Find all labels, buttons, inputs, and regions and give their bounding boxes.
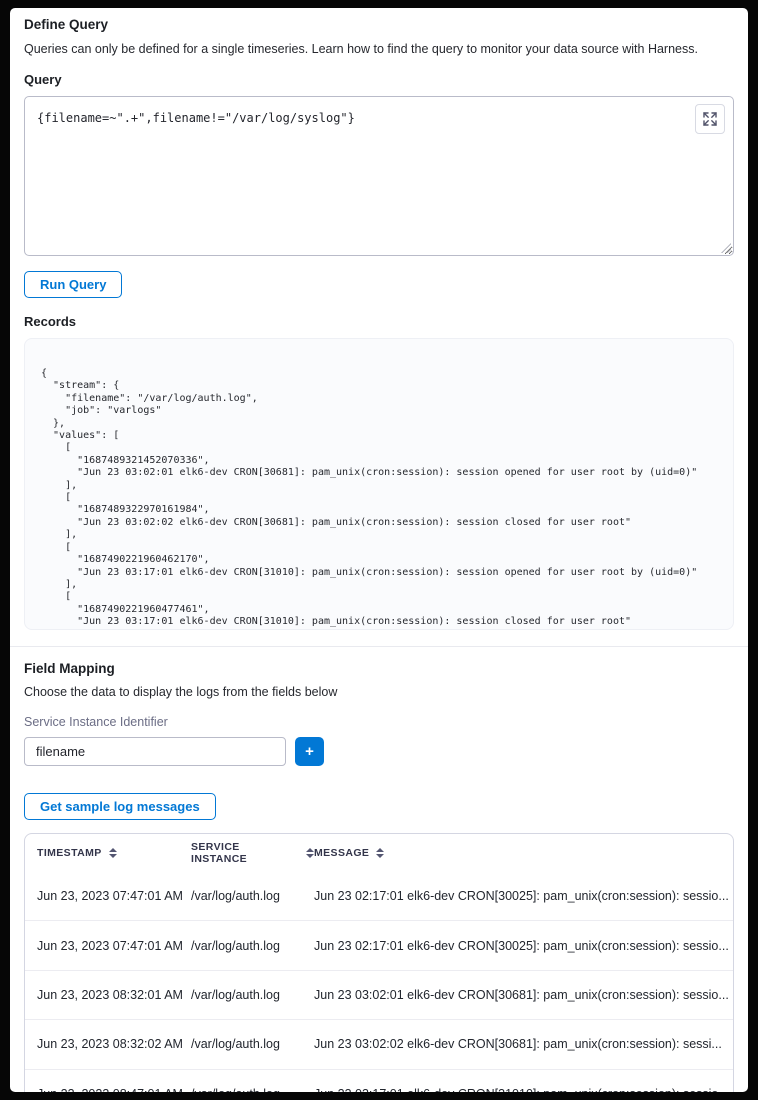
cell-timestamp: Jun 23, 2023 08:47:01 AM (37, 1087, 191, 1092)
log-table-body: Jun 23, 2023 07:47:01 AM /var/log/auth.l… (25, 871, 733, 1092)
sort-icon[interactable] (306, 848, 314, 858)
field-mapping-title: Field Mapping (24, 661, 734, 676)
table-header-row: TIMESTAMP SERVICE INSTANCE MESSAGE (25, 834, 733, 871)
sample-log-table: TIMESTAMP SERVICE INSTANCE MESSAGE Jun 2… (24, 833, 734, 1092)
field-mapping-description: Choose the data to display the logs from… (24, 685, 734, 699)
run-query-button[interactable]: Run Query (24, 271, 122, 298)
column-label: TIMESTAMP (37, 847, 102, 859)
cell-message: Jun 23 02:17:01 elk6-dev CRON[30025]: pa… (314, 889, 733, 903)
cell-timestamp: Jun 23, 2023 07:47:01 AM (37, 939, 191, 953)
records-label: Records (24, 314, 734, 329)
cell-message: Jun 23 03:02:02 elk6-dev CRON[30681]: pa… (314, 1037, 733, 1051)
define-query-description: Queries can only be defined for a single… (24, 42, 734, 56)
query-editor: {filename=~".+",filename!="/var/log/sysl… (24, 96, 734, 256)
service-instance-row: + (24, 737, 734, 766)
page: Define Query Queries can only be defined… (10, 8, 748, 1092)
cell-service-instance: /var/log/auth.log (191, 1087, 314, 1092)
cell-timestamp: Jun 23, 2023 08:32:01 AM (37, 988, 191, 1002)
column-label: MESSAGE (314, 847, 369, 859)
query-label: Query (24, 72, 734, 87)
service-instance-label: Service Instance Identifier (24, 715, 734, 729)
column-label: SERVICE INSTANCE (191, 841, 299, 865)
cell-message: Jun 23 03:17:01 elk6-dev CRON[31010]: pa… (314, 1087, 733, 1092)
records-output[interactable]: { "stream": { "filename": "/var/log/auth… (24, 338, 734, 630)
cell-message: Jun 23 03:02:01 elk6-dev CRON[30681]: pa… (314, 988, 733, 1002)
column-header-message[interactable]: MESSAGE (314, 847, 733, 859)
cell-message: Jun 23 02:17:01 elk6-dev CRON[30025]: pa… (314, 939, 733, 953)
column-header-timestamp[interactable]: TIMESTAMP (37, 847, 191, 859)
table-row: Jun 23, 2023 08:47:01 AM /var/log/auth.l… (25, 1069, 733, 1092)
sort-icon[interactable] (109, 848, 117, 858)
column-header-service-instance[interactable]: SERVICE INSTANCE (191, 841, 314, 865)
cell-timestamp: Jun 23, 2023 07:47:01 AM (37, 889, 191, 903)
cell-service-instance: /var/log/auth.log (191, 988, 314, 1002)
define-query-section: Define Query Queries can only be defined… (10, 8, 748, 647)
cell-service-instance: /var/log/auth.log (191, 889, 314, 903)
expand-icon (703, 112, 717, 126)
cell-service-instance: /var/log/auth.log (191, 1037, 314, 1051)
table-row: Jun 23, 2023 08:32:01 AM /var/log/auth.l… (25, 970, 733, 1019)
query-input[interactable]: {filename=~".+",filename!="/var/log/sysl… (24, 96, 734, 256)
table-row: Jun 23, 2023 08:32:02 AM /var/log/auth.l… (25, 1019, 733, 1068)
field-mapping-section: Field Mapping Choose the data to display… (10, 647, 748, 1092)
add-field-button[interactable]: + (295, 737, 324, 766)
table-row: Jun 23, 2023 07:47:01 AM /var/log/auth.l… (25, 871, 733, 920)
sort-icon[interactable] (376, 848, 384, 858)
get-sample-logs-button[interactable]: Get sample log messages (24, 793, 216, 820)
cell-timestamp: Jun 23, 2023 08:32:02 AM (37, 1037, 191, 1051)
service-instance-input[interactable] (24, 737, 286, 766)
table-row: Jun 23, 2023 07:47:01 AM /var/log/auth.l… (25, 920, 733, 969)
records-json: { "stream": { "filename": "/var/log/auth… (25, 339, 733, 629)
define-query-title: Define Query (24, 17, 734, 32)
expand-query-button[interactable] (695, 104, 725, 134)
cell-service-instance: /var/log/auth.log (191, 939, 314, 953)
